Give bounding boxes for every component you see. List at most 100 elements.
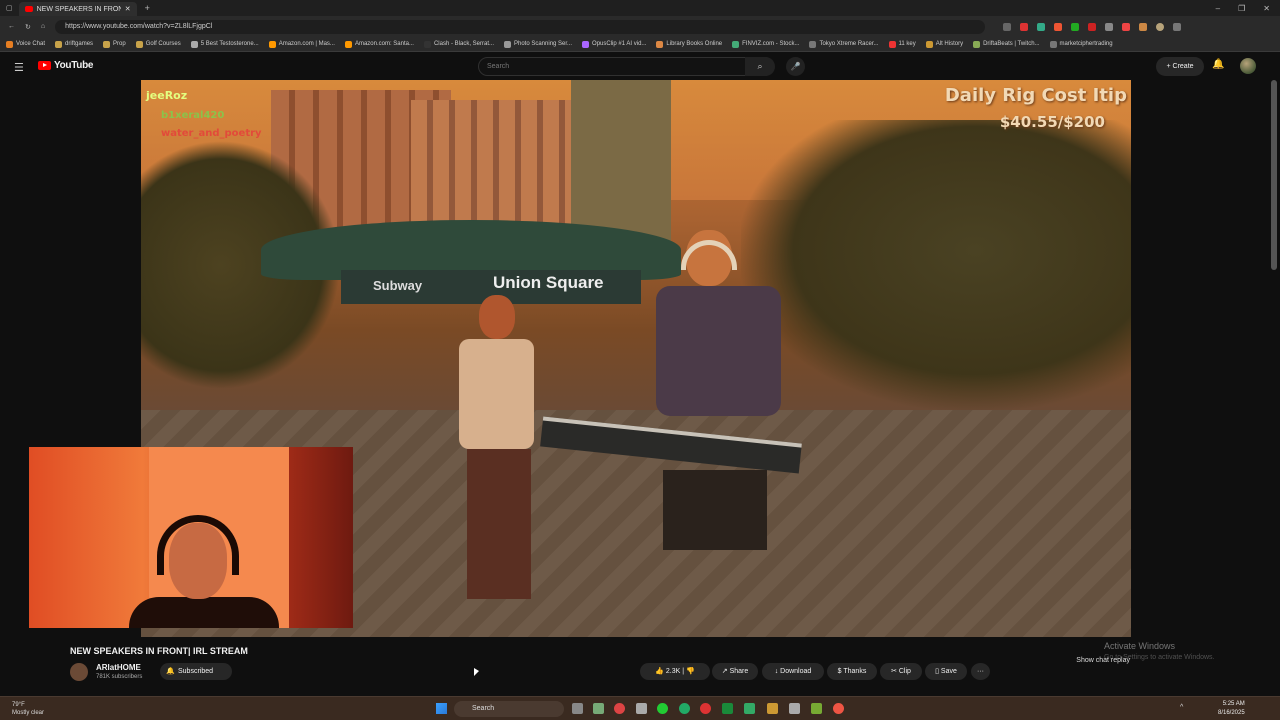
notifications-bell-icon[interactable]: 🔔 (1212, 59, 1224, 70)
scissors-icon: ✂ (891, 668, 899, 675)
bookmark-item[interactable]: Amazon.com | Mas... (268, 40, 335, 48)
account-avatar[interactable] (1240, 58, 1256, 74)
channel-avatar[interactable] (70, 663, 88, 681)
taskbar-app-icon[interactable] (700, 703, 711, 714)
taskbar-app-icon[interactable] (722, 703, 733, 714)
taskbar-app-icon[interactable] (767, 703, 778, 714)
new-tab-button[interactable]: + (137, 3, 158, 13)
taskbar-app-icon[interactable] (833, 703, 844, 714)
extension-icon[interactable] (1071, 22, 1080, 31)
weather-temp: 79°F (12, 702, 25, 708)
bookmark-favicon-icon (809, 40, 817, 48)
extension-icon[interactable] (1020, 22, 1029, 31)
windows-start-icon[interactable] (436, 703, 447, 714)
person-shirt (459, 339, 534, 449)
back-icon[interactable]: ← (8, 23, 15, 30)
youtube-header: ☰ YouTube Search ⌕ 🎤 + Create 🔔 (0, 52, 1280, 80)
extension-icon[interactable] (1088, 22, 1097, 31)
browser-menu-icon[interactable]: ▢ (0, 4, 19, 12)
taskbar-app-icon[interactable] (636, 703, 647, 714)
subscriber-count: 781K subscribers (96, 674, 143, 680)
bookmark-item[interactable]: Prop (103, 40, 126, 48)
taskbar-app-icon[interactable] (657, 703, 668, 714)
hamburger-menu-icon[interactable]: ☰ (14, 61, 24, 74)
window-controls: – ❐ ✕ (1216, 4, 1280, 13)
tab-close-icon[interactable]: ✕ (125, 5, 131, 13)
bookmark-item[interactable]: DriftaBeats | Twitch... (973, 40, 1040, 48)
taskbar-app-icon[interactable] (593, 703, 604, 714)
refresh-icon[interactable]: ↻ (25, 23, 31, 31)
folder-icon (103, 40, 111, 48)
save-button[interactable]: ▯ Save (925, 663, 967, 680)
show-chat-replay-button[interactable]: Show chat replay (1010, 653, 1130, 668)
taskbar-search-input[interactable]: Search (454, 701, 564, 717)
bookmark-item[interactable]: 5 Best Testosterone... (190, 40, 259, 48)
webcam-overlay (29, 447, 353, 628)
taskbar-app-icon[interactable] (572, 703, 583, 714)
weather-widget[interactable]: 79°F Mostly clear (12, 701, 44, 717)
like-button[interactable]: 👍 2.3K | 👎 (640, 663, 710, 680)
home-icon[interactable]: ⌂ (41, 23, 45, 30)
stream-chat-user: b1xeral420 (161, 110, 225, 121)
extension-icon[interactable] (1105, 22, 1114, 31)
bookmark-item[interactable]: Clash - Black, Serrat... (423, 40, 494, 48)
browser-menu-dots-icon[interactable] (1173, 22, 1182, 31)
bookmark-item[interactable]: marketciphertrading (1049, 40, 1113, 48)
video-person-singer (449, 295, 544, 615)
system-tray[interactable]: ^ (1180, 704, 1183, 711)
twitch-icon (973, 40, 981, 48)
bookmark-favicon-icon (6, 40, 13, 48)
bookmark-item[interactable]: Voice Chat (6, 40, 45, 48)
search-input[interactable]: Search (478, 57, 774, 76)
maximize-button[interactable]: ❐ (1238, 4, 1245, 13)
tab-title: NEW SPEAKERS IN FRONT! | IRL ST (36, 5, 121, 13)
extension-icon[interactable] (1139, 22, 1148, 31)
bookmark-favicon-icon (925, 40, 933, 48)
close-window-button[interactable]: ✕ (1263, 4, 1270, 13)
clip-button[interactable]: ✂ Clip (880, 663, 922, 680)
extension-icon[interactable] (1003, 22, 1012, 31)
extension-icon[interactable] (1037, 22, 1046, 31)
search-icon[interactable]: ⌕ (745, 57, 775, 76)
address-bar[interactable]: https://www.youtube.com/watch?v=ZL8lLFjg… (55, 19, 986, 34)
bookmark-item[interactable]: OpusClip #1 AI vid... (582, 40, 646, 48)
bookmark-item[interactable]: Golf Courses (135, 40, 181, 48)
bookmark-item[interactable]: Photo Scanning Ser... (504, 40, 572, 48)
subway-sign-text: Subway (373, 278, 423, 293)
taskbar-app-icon[interactable] (789, 703, 800, 714)
extension-icon[interactable] (1122, 22, 1131, 31)
person-shirt (656, 286, 781, 416)
bookmark-favicon-icon (504, 40, 511, 48)
profile-avatar-icon[interactable] (1156, 22, 1165, 31)
subscribed-button[interactable]: Subscribed (160, 663, 232, 680)
bookmark-item[interactable]: 11 key (888, 40, 916, 48)
microphone-icon[interactable]: 🎤 (786, 57, 805, 76)
bookmark-item[interactable]: Alt History (925, 40, 963, 48)
bookmark-item[interactable]: Tokyo Xtreme Racer... (809, 40, 879, 48)
bookmark-item[interactable]: Amazon.com: Santa... (344, 40, 414, 48)
bookmark-item[interactable]: driftgames (55, 40, 93, 48)
bookmark-item[interactable]: FINVIZ.com - Stock... (732, 40, 799, 48)
chrome-icon[interactable] (614, 703, 625, 714)
thumbs-down-icon[interactable]: | 👎 (680, 668, 695, 675)
download-button[interactable]: ↓ Download (762, 663, 824, 680)
taskbar-app-icon[interactable] (744, 703, 755, 714)
taskbar-clock[interactable]: 5:25 AM 8/16/2025 (1218, 700, 1245, 718)
minimize-button[interactable]: – (1216, 4, 1220, 13)
windows-taskbar: 79°F Mostly clear Search ^ 5:25 AM 8/16/… (0, 696, 1280, 720)
share-button[interactable]: ↗ Share (712, 663, 758, 680)
youtube-logo[interactable]: YouTube (38, 60, 94, 71)
stream-chat-user: jeeRoz (146, 89, 188, 102)
bookmark-item[interactable]: Library Books Online (656, 40, 722, 48)
more-actions-button[interactable]: ··· (971, 663, 990, 680)
chevron-up-icon[interactable]: ^ (1180, 704, 1183, 711)
extension-icon[interactable] (1054, 22, 1063, 31)
taskbar-app-icon[interactable] (811, 703, 822, 714)
browser-tab-active[interactable]: NEW SPEAKERS IN FRONT! | IRL ST ✕ (18, 2, 137, 16)
create-button[interactable]: + Create (1156, 57, 1204, 76)
thanks-button[interactable]: $ Thanks (827, 663, 877, 680)
video-title: NEW SPEAKERS IN FRONT| IRL STREAM (70, 646, 248, 656)
taskbar-app-icon[interactable] (679, 703, 690, 714)
channel-name[interactable]: ARIatHOME (96, 663, 141, 672)
page-scrollbar[interactable] (1271, 80, 1277, 270)
